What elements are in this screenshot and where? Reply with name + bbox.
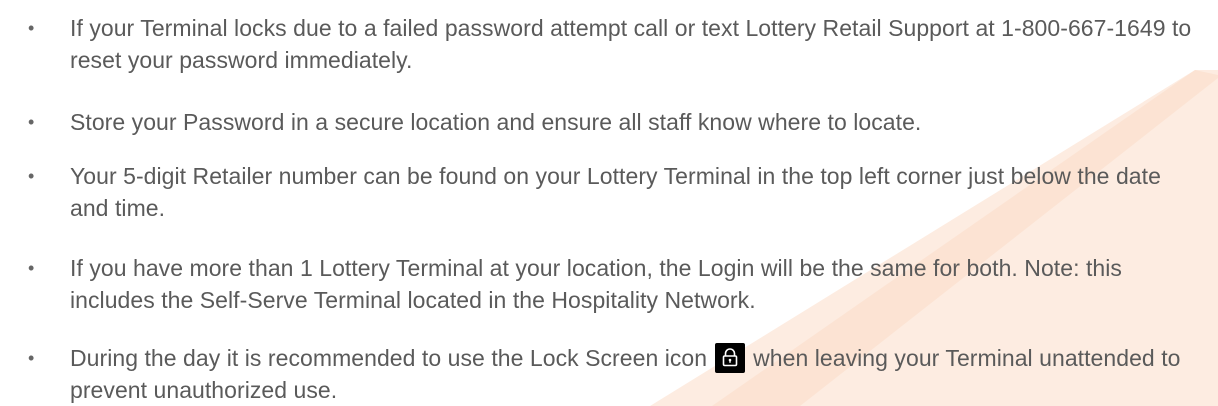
lock-icon — [715, 342, 746, 373]
bullet-marker: • — [28, 166, 35, 186]
bullet-text: Your 5-digit Retailer number can be foun… — [70, 163, 1161, 221]
bullet-content: • If your Terminal locks due to a failed… — [0, 0, 1218, 406]
bullet-text: During the day it is recommended to use … — [70, 342, 1200, 406]
bullet-marker: • — [28, 18, 35, 38]
bullet-text: Store your Password in a secure location… — [70, 109, 922, 135]
bullet-marker: • — [28, 348, 35, 368]
bullet-text: If you have more than 1 Lottery Terminal… — [70, 255, 1122, 313]
bullet-text-before-icon: During the day it is recommended to use … — [70, 345, 708, 371]
bullet-marker: • — [28, 258, 35, 278]
bullet-text: If your Terminal locks due to a failed p… — [70, 15, 1192, 73]
bullet-marker: • — [28, 112, 35, 132]
